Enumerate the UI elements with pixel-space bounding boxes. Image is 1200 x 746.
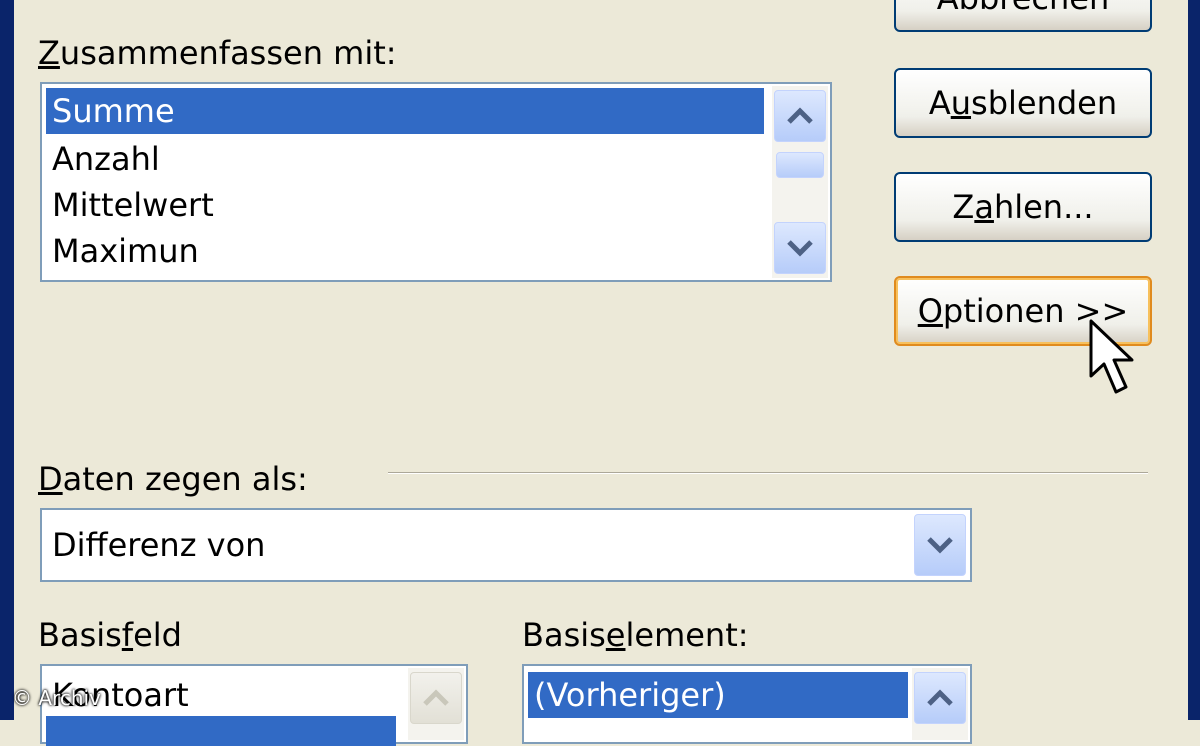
show-as-value: Differenz von	[52, 526, 266, 564]
list-item[interactable]: Mittelwert	[46, 182, 764, 228]
hide-button[interactable]: Au sblenden	[894, 68, 1152, 138]
scroll-thumb[interactable]	[776, 152, 824, 178]
scroll-up-button[interactable]	[774, 90, 826, 142]
number-format-button[interactable]: Za hlen...	[894, 172, 1152, 242]
scroll-up-button[interactable]	[410, 672, 462, 724]
base-item-scrollbar[interactable]	[912, 668, 968, 740]
show-as-dropdown[interactable]: Differenz von	[40, 508, 972, 582]
list-item[interactable]: Summe	[46, 88, 764, 134]
scroll-down-button[interactable]	[774, 222, 826, 274]
base-field-listbox[interactable]: Kontoart	[40, 664, 468, 746]
chevron-up-icon	[423, 689, 449, 706]
base-item-label: Basiselement:	[522, 616, 749, 654]
chevron-down-icon	[927, 537, 953, 554]
chevron-up-icon	[927, 689, 953, 706]
base-field-label: Basisfeld	[38, 616, 182, 654]
copyright-watermark: © Archiv	[12, 686, 101, 710]
mouse-pointer-icon	[1089, 319, 1134, 394]
selection-highlight	[46, 716, 396, 746]
summarize-scrollbar[interactable]	[772, 86, 828, 278]
cancel-button[interactable]: Abbrechen	[894, 0, 1152, 32]
cancel-button-label: Abbrechen	[937, 0, 1110, 17]
base-field-scrollbar[interactable]	[408, 668, 464, 740]
chevron-up-icon	[787, 107, 813, 124]
dropdown-button[interactable]	[914, 514, 966, 576]
options-separator	[388, 472, 1148, 474]
base-item-listbox[interactable]: (Vorheriger)	[522, 664, 972, 744]
summarize-label: Zusammenfassen mit:	[38, 34, 397, 72]
list-item[interactable]: Maximun	[46, 228, 764, 274]
list-item[interactable]: (Vorheriger)	[528, 672, 908, 718]
chevron-down-icon	[787, 240, 813, 257]
summarize-listbox[interactable]: Summe Anzahl Mittelwert Maximun	[40, 82, 832, 282]
window-frame-right	[1188, 0, 1200, 720]
scroll-up-button[interactable]	[914, 672, 966, 724]
show-as-label: Daten zegen als:	[38, 460, 308, 498]
list-item[interactable]: Anzahl	[46, 136, 764, 182]
window-frame-left	[0, 0, 14, 720]
